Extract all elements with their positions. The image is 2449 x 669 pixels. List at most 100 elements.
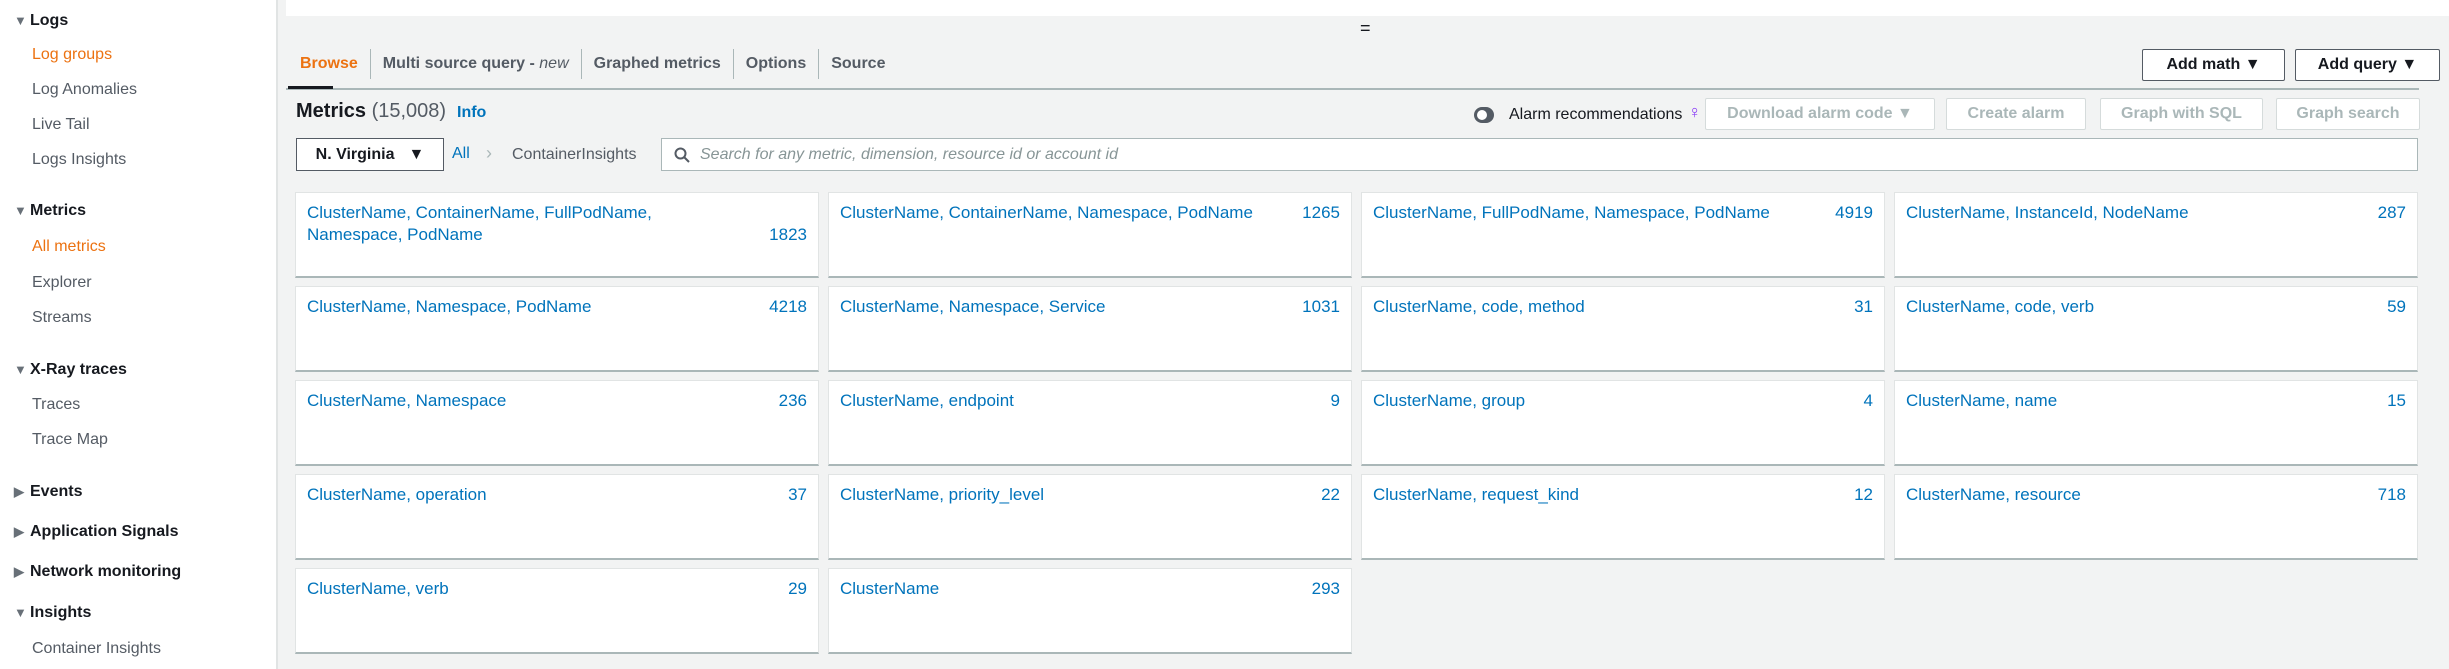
tab-label: Options bbox=[745, 55, 807, 72]
sidebar-item[interactable]: Explorer bbox=[32, 274, 92, 292]
dimension-name-link[interactable]: ClusterName, InstanceId, NodeName bbox=[1906, 202, 2189, 267]
search-input[interactable] bbox=[700, 145, 2417, 164]
dimension-name-link[interactable]: ClusterName, Namespace, Service bbox=[840, 296, 1105, 361]
sidebar-item[interactable]: ▶ Network monitoring bbox=[14, 563, 181, 581]
dimension-card[interactable]: ClusterName, endpoint 9 bbox=[828, 380, 1352, 466]
sidebar-item[interactable]: All metrics bbox=[32, 238, 106, 256]
metric-count: 4919 bbox=[1835, 203, 1873, 222]
resize-handle[interactable]: = bbox=[1360, 18, 1371, 39]
tab-label: Multi source query - bbox=[382, 55, 540, 72]
tab-browse[interactable]: Browse bbox=[288, 49, 371, 79]
dimension-card[interactable]: ClusterName, group 4 bbox=[1361, 380, 1885, 466]
dimension-name-link[interactable]: ClusterName, Namespace bbox=[307, 390, 506, 455]
sidebar-item-label: Explorer bbox=[32, 274, 92, 291]
dimension-card[interactable]: ClusterName, verb 29 bbox=[295, 568, 819, 654]
alarm-recommendations-label: Alarm recommendations bbox=[1509, 106, 1683, 123]
sidebar-item-label: Trace Map bbox=[32, 431, 108, 448]
dimension-card[interactable]: ClusterName, resource 718 bbox=[1894, 474, 2418, 560]
dimension-name-link[interactable]: ClusterName, request_kind bbox=[1373, 484, 1579, 549]
sidebar-item[interactable]: ▼ Metrics bbox=[14, 202, 86, 220]
sidebar: ▼ Logs Log groups Log Anomalies Live Tail Log… bbox=[0, 0, 278, 669]
tab-bar: Browse Multi source query - new Graphed me… bbox=[288, 38, 897, 90]
breadcrumb-namespace: ContainerInsights bbox=[512, 146, 637, 163]
dimension-card[interactable]: ClusterName, request_kind 12 bbox=[1361, 474, 1885, 560]
tab-options[interactable]: Options bbox=[734, 49, 820, 79]
metric-count: 1823 bbox=[769, 225, 807, 244]
alarm-recommendations-toggle[interactable] bbox=[1474, 107, 1494, 123]
sidebar-item[interactable]: Trace Map bbox=[32, 431, 108, 449]
create-alarm-button[interactable]: Create alarm bbox=[1946, 98, 2086, 130]
metric-count: 4 bbox=[1863, 391, 1873, 410]
sidebar-item-label: Application Signals bbox=[30, 523, 179, 540]
dimension-card[interactable]: ClusterName, Namespace, Service 1031 bbox=[828, 286, 1352, 372]
sidebar-item[interactable]: ▼ Insights bbox=[14, 604, 91, 622]
dimension-card[interactable]: ClusterName, InstanceId, NodeName 287 bbox=[1894, 192, 2418, 278]
lightbulb-icon[interactable]: ♀ bbox=[1688, 102, 1702, 123]
dimension-name-link[interactable]: ClusterName bbox=[840, 578, 939, 643]
dimension-name-link[interactable]: ClusterName, group bbox=[1373, 390, 1525, 455]
dimension-card[interactable]: ClusterName, name 15 bbox=[1894, 380, 2418, 466]
tab-multi-source-query[interactable]: Multi source query - new bbox=[371, 49, 582, 79]
dimension-name-link[interactable]: ClusterName, priority_level bbox=[840, 484, 1044, 549]
dimension-card[interactable]: ClusterName, FullPodName, Namespace, Pod… bbox=[1361, 192, 1885, 278]
metric-count: 12 bbox=[1854, 485, 1873, 504]
add-query-button[interactable]: Add query ▼ bbox=[2295, 49, 2440, 81]
dimension-name-link[interactable]: ClusterName, endpoint bbox=[840, 390, 1014, 455]
sidebar-item[interactable]: Log groups bbox=[32, 46, 112, 64]
sidebar-item[interactable]: Logs Insights bbox=[32, 151, 126, 169]
sidebar-item[interactable]: Streams bbox=[32, 309, 92, 327]
tab-source[interactable]: Source bbox=[819, 49, 897, 79]
metric-count: 15 bbox=[2387, 391, 2406, 410]
dimension-name-link[interactable]: ClusterName, verb bbox=[307, 578, 449, 643]
sidebar-item[interactable]: ▶ Events bbox=[14, 483, 82, 501]
dimension-name-link[interactable]: ClusterName, resource bbox=[1906, 484, 2081, 549]
sidebar-item[interactable]: ▼ X-Ray traces bbox=[14, 361, 127, 379]
sidebar-item-label: Live Tail bbox=[32, 116, 90, 133]
metric-count: 287 bbox=[2377, 203, 2406, 222]
dimension-name-link[interactable]: ClusterName, name bbox=[1906, 390, 2057, 455]
dimension-card[interactable]: ClusterName, code, method 31 bbox=[1361, 286, 1885, 372]
download-alarm-code-button[interactable]: Download alarm code ▼ bbox=[1705, 98, 1935, 130]
graph-search-button[interactable]: Graph search bbox=[2276, 98, 2420, 130]
new-badge: new bbox=[539, 55, 569, 72]
dimension-card[interactable]: ClusterName, Namespace 236 bbox=[295, 380, 819, 466]
region-select[interactable]: N. Virginia ▼ bbox=[296, 138, 444, 171]
sidebar-item-label: Traces bbox=[32, 396, 81, 413]
dimension-card[interactable]: ClusterName, code, verb 59 bbox=[1894, 286, 2418, 372]
dimension-name-link[interactable]: ClusterName, operation bbox=[307, 484, 487, 549]
sidebar-item[interactable]: Container Insights bbox=[32, 640, 161, 658]
graph-area bbox=[286, 0, 2449, 16]
sidebar-item[interactable]: ▼ Logs bbox=[14, 12, 68, 30]
caret-right-icon: ▶ bbox=[14, 524, 24, 539]
add-math-button[interactable]: Add math ▼ bbox=[2142, 49, 2285, 81]
sidebar-item[interactable]: Traces bbox=[32, 396, 80, 414]
caret-down-icon: ▼ bbox=[408, 145, 425, 163]
caret-down-icon: ▼ bbox=[14, 362, 27, 377]
dimension-name-link[interactable]: ClusterName, FullPodName, Namespace, Pod… bbox=[1373, 202, 1770, 267]
graph-with-sql-button[interactable]: Graph with SQL bbox=[2100, 98, 2263, 130]
info-link[interactable]: Info bbox=[457, 104, 486, 122]
sidebar-item[interactable]: Live Tail bbox=[32, 116, 90, 134]
dimension-card[interactable]: ClusterName, operation 37 bbox=[295, 474, 819, 560]
breadcrumb-all[interactable]: All bbox=[452, 145, 470, 163]
dimension-name-link[interactable]: ClusterName, code, verb bbox=[1906, 296, 2094, 361]
tab-graphed-metrics[interactable]: Graphed metrics bbox=[582, 49, 734, 79]
metric-count: 29 bbox=[788, 579, 807, 598]
dimension-card[interactable]: ClusterName, Namespace, PodName 4218 bbox=[295, 286, 819, 372]
dimension-card[interactable]: ClusterName, priority_level 22 bbox=[828, 474, 1352, 560]
metric-count: 4218 bbox=[769, 297, 807, 316]
dimension-card[interactable]: ClusterName 293 bbox=[828, 568, 1352, 654]
caret-down-icon: ▼ bbox=[14, 13, 27, 28]
dimension-name-link[interactable]: ClusterName, ContainerName, FullPodName,… bbox=[307, 202, 747, 267]
sidebar-item[interactable]: Log Anomalies bbox=[32, 81, 137, 99]
caret-right-icon: ▶ bbox=[14, 484, 24, 499]
dimension-name-link[interactable]: ClusterName, code, method bbox=[1373, 296, 1585, 361]
sidebar-item[interactable]: ▶ Application Signals bbox=[14, 523, 178, 541]
dimension-card[interactable]: ClusterName, ContainerName, FullPodName,… bbox=[295, 192, 819, 278]
dimension-name-link[interactable]: ClusterName, ContainerName, Namespace, P… bbox=[840, 202, 1253, 267]
caret-down-icon: ▼ bbox=[14, 203, 27, 218]
dimension-name-link[interactable]: ClusterName, Namespace, PodName bbox=[307, 296, 591, 361]
tab-label: Browse bbox=[300, 55, 358, 72]
dimension-card[interactable]: ClusterName, ContainerName, Namespace, P… bbox=[828, 192, 1352, 278]
chevron-right-icon: › bbox=[486, 143, 492, 163]
